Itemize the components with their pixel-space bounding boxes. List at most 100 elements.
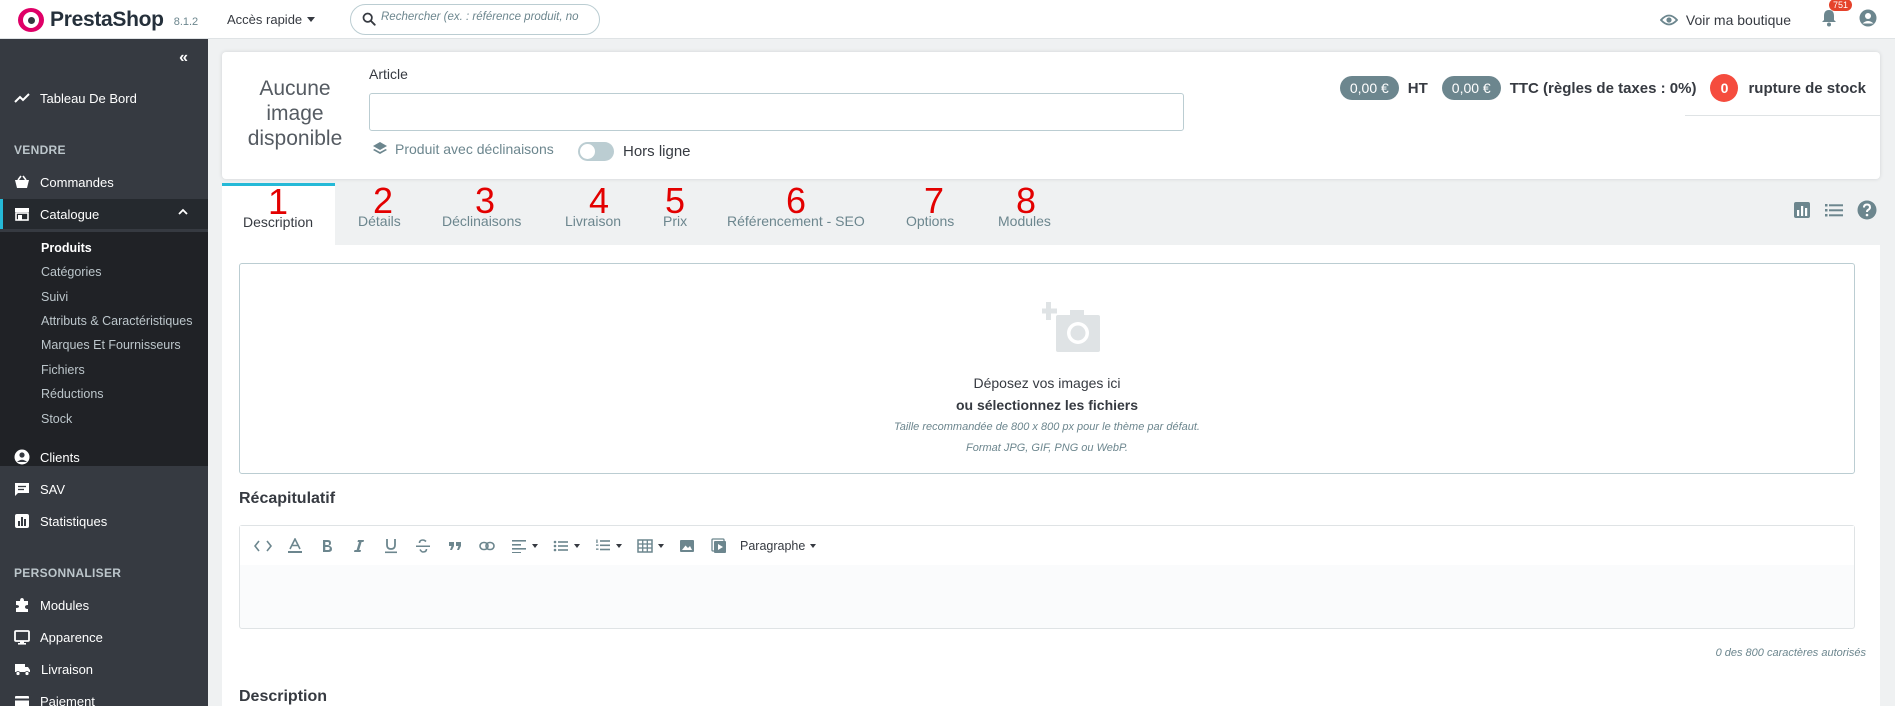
message-icon	[15, 482, 29, 496]
price-ht-badge[interactable]: 0,00 €	[1339, 76, 1399, 100]
tab-label: Prix	[663, 213, 688, 229]
list-icon[interactable]	[1824, 202, 1844, 218]
text-color-button[interactable]	[282, 535, 308, 557]
tab-label: Description	[243, 214, 314, 230]
puzzle-icon	[16, 598, 28, 612]
sidebar-item-dashboard[interactable]: Tableau De Bord	[0, 83, 208, 113]
sidebar-subitem-products[interactable]: Produits	[41, 241, 92, 255]
align-caret-icon[interactable]	[532, 543, 538, 548]
align-button[interactable]	[506, 535, 532, 557]
dropzone-format-hint: Format JPG, GIF, PNG ou WebP.	[965, 442, 1128, 454]
numbered-list-icon	[596, 539, 610, 551]
numbered-list-button[interactable]	[590, 535, 616, 557]
product-image-placeholder[interactable]: Aucune image disponible	[240, 76, 350, 151]
chevron-up-icon	[178, 208, 188, 215]
truck-icon	[15, 663, 30, 676]
sidebar-item-payment[interactable]: Paiement	[0, 686, 208, 706]
sidebar-subitem-attributes[interactable]: Attributs & Caractéristiques	[41, 314, 192, 328]
sidebar-subitem-categories[interactable]: Catégories	[41, 265, 101, 279]
layers-icon	[373, 142, 387, 154]
view-shop-link[interactable]: Voir ma boutique	[1659, 12, 1791, 28]
table-button[interactable]	[632, 535, 658, 557]
numbered-list-caret-icon[interactable]	[616, 543, 622, 548]
product-header: Aucune image disponible Article Produit …	[222, 52, 1880, 179]
sidebar-label-appearance: Apparence	[40, 629, 103, 645]
product-with-combinations-option[interactable]: Produit avec déclinaisons	[372, 141, 554, 157]
sidebar-subitem-brands[interactable]: Marques Et Fournisseurs	[41, 338, 181, 352]
tab-label: Modules	[998, 213, 1051, 229]
italic-icon	[354, 539, 364, 552]
catalog-submenu: Produits Catégories Suivi Attributs & Ca…	[0, 232, 208, 466]
paragraph-caret-icon[interactable]	[810, 543, 817, 548]
bullet-list-button[interactable]	[548, 535, 574, 557]
tab-seo[interactable]: 6 Référencement - SEO	[727, 183, 882, 245]
prestashop-logo[interactable]: PrestaShop 8.1.2	[18, 8, 198, 32]
bar-chart-icon	[15, 514, 29, 528]
source-code-button[interactable]	[250, 535, 276, 557]
tab-options[interactable]: 7 Options	[906, 183, 971, 245]
bullet-list-caret-icon[interactable]	[574, 543, 580, 548]
image-dropzone[interactable]: Déposez vos images ici ou sélectionnez l…	[239, 263, 1855, 474]
search-box[interactable]	[350, 4, 600, 35]
dropzone-select-files-link[interactable]: ou sélectionnez les fichiers	[240, 397, 1854, 413]
help-icon[interactable]	[1857, 200, 1877, 220]
article-name-input[interactable]	[369, 93, 1184, 131]
bold-button[interactable]	[314, 535, 340, 557]
online-status-toggle[interactable]	[578, 142, 614, 161]
sidebar-subitem-stock[interactable]: Stock	[41, 412, 72, 426]
underline-button[interactable]	[378, 535, 404, 557]
stock-status-label: rupture de stock	[1748, 79, 1866, 97]
paragraph-format-select[interactable]: Paragraphe	[740, 539, 805, 553]
sidebar-label-sav: SAV	[40, 481, 66, 497]
quick-access-menu[interactable]: Accès rapide	[227, 12, 316, 27]
bell-icon	[1822, 9, 1836, 26]
sidebar-item-appearance[interactable]: Apparence	[0, 622, 208, 652]
sidebar-subitem-files[interactable]: Fichiers	[41, 363, 85, 377]
monitor-icon	[14, 629, 30, 645]
sidebar-item-catalog[interactable]: Catalogue	[0, 199, 208, 229]
price-ttc-label: TTC (règles de taxes : 0%)	[1509, 79, 1697, 97]
italic-button[interactable]	[346, 535, 372, 557]
sidebar-item-modules[interactable]: Modules	[0, 590, 208, 620]
sidebar-item-shipping[interactable]: Livraison	[0, 654, 208, 684]
sidebar-label-customers: Clients	[40, 449, 80, 465]
sidebar-item-sav[interactable]: SAV	[0, 474, 208, 504]
dropzone-drop-text: Déposez vos images ici	[973, 375, 1121, 391]
sidebar-label-shipping: Livraison	[41, 661, 94, 677]
tab-combinations[interactable]: 3 Déclinaisons	[442, 183, 537, 245]
summary-char-count: 0 des 800 caractères autorisés	[1715, 647, 1866, 659]
sidebar-subitem-monitoring[interactable]: Suivi	[41, 290, 68, 304]
description-panel: Déposez vos images ici ou sélectionnez l…	[222, 245, 1880, 706]
tab-pricing[interactable]: 5 Prix	[663, 183, 703, 245]
notifications-button[interactable]: 751	[1821, 0, 1853, 31]
summary-editor[interactable]: Paragraphe	[239, 525, 1855, 629]
tab-modules[interactable]: 8 Modules	[998, 183, 1068, 245]
tab-description[interactable]: 1 Description	[222, 183, 335, 245]
stock-count-badge[interactable]: 0	[1710, 74, 1739, 102]
sidebar-item-customers[interactable]: Clients	[0, 442, 208, 472]
version-label: 8.1.2	[173, 16, 199, 28]
strikethrough-button[interactable]	[410, 535, 436, 557]
blockquote-button[interactable]	[442, 535, 468, 557]
editor-toolbar: Paragraphe	[240, 526, 1854, 565]
account-button[interactable]	[1859, 9, 1877, 31]
sidebar-item-stats[interactable]: Statistiques	[0, 506, 208, 536]
price-ttc-badge[interactable]: 0,00 €	[1441, 76, 1501, 100]
tab-details[interactable]: 2 Détails	[358, 183, 418, 245]
tab-shipping[interactable]: 4 Livraison	[565, 183, 640, 245]
store-icon	[15, 208, 29, 221]
collapse-sidebar-button[interactable]: «	[179, 49, 188, 67]
bullet-list-icon	[553, 540, 568, 551]
sidebar-subitem-discounts[interactable]: Réductions	[41, 387, 104, 401]
code-icon	[254, 540, 272, 551]
stats-icon[interactable]	[1793, 201, 1811, 219]
table-caret-icon[interactable]	[658, 543, 664, 548]
link-button[interactable]	[474, 535, 500, 557]
tab-tools	[1793, 200, 1877, 220]
insert-media-button[interactable]	[706, 535, 732, 557]
price-divider	[1685, 115, 1880, 116]
offline-label: Hors ligne	[623, 143, 691, 160]
search-input[interactable]	[381, 11, 593, 23]
insert-image-button[interactable]	[674, 535, 700, 557]
sidebar-item-orders[interactable]: Commandes	[0, 167, 208, 197]
